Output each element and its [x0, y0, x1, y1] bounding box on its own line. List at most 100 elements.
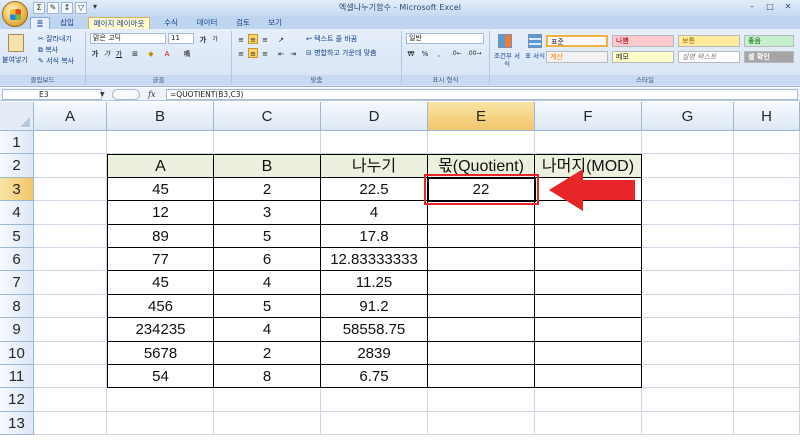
cell-e2[interactable]: 몫(Quotient): [428, 154, 535, 178]
font-name-select[interactable]: 맑은 고딕: [90, 33, 166, 44]
font-size-select[interactable]: 11: [168, 33, 194, 44]
style-normal[interactable]: 표준: [546, 35, 608, 47]
decrease-indent-icon[interactable]: ⇤: [276, 48, 286, 58]
cell-c2[interactable]: B: [214, 154, 321, 178]
insert-function-icon[interactable]: fx: [148, 89, 160, 100]
percent-button[interactable]: %: [420, 48, 430, 58]
row-header-5[interactable]: 5: [0, 224, 34, 248]
cell-e10[interactable]: [428, 341, 535, 365]
row-header-10[interactable]: 10: [0, 341, 34, 365]
cell-c1[interactable]: [214, 131, 321, 155]
cell-c11[interactable]: 8: [214, 365, 321, 389]
cell-d8[interactable]: 91.2: [321, 294, 428, 319]
cell-e1[interactable]: [428, 131, 535, 155]
cell-b4[interactable]: 12: [107, 201, 214, 225]
align-right-icon[interactable]: ≡: [260, 48, 270, 58]
style-note[interactable]: 메모: [612, 51, 674, 63]
italic-button[interactable]: 가: [102, 48, 112, 58]
cell-b3[interactable]: 45: [107, 177, 214, 202]
tab-home[interactable]: 홈: [30, 17, 50, 29]
cell-g7[interactable]: [642, 271, 734, 295]
cell-b7[interactable]: 45: [107, 271, 214, 295]
cell-g4[interactable]: [642, 201, 734, 225]
cell-d1[interactable]: [321, 131, 428, 155]
cell-g9[interactable]: [642, 318, 734, 342]
orientation-icon[interactable]: ↗: [276, 34, 286, 44]
style-explanatory[interactable]: 설명 텍스트: [678, 51, 740, 63]
row-header-11[interactable]: 11: [0, 365, 34, 389]
cell-h4[interactable]: [734, 201, 800, 225]
paste-button[interactable]: 붙여넣기: [2, 55, 28, 65]
name-box[interactable]: E3: [2, 89, 102, 100]
tab-data[interactable]: 데이터: [190, 17, 224, 29]
cell-g13[interactable]: [642, 411, 734, 436]
cell-c5[interactable]: 5: [214, 224, 321, 248]
cell-c8[interactable]: 5: [214, 294, 321, 319]
style-good[interactable]: 좋음: [744, 35, 794, 47]
cell-f1[interactable]: [535, 131, 642, 155]
underline-button[interactable]: 가: [114, 48, 124, 58]
office-button[interactable]: [2, 1, 28, 27]
cell-e7[interactable]: [428, 271, 535, 295]
cell-b2[interactable]: A: [107, 154, 214, 178]
cell-b11[interactable]: 54: [107, 365, 214, 389]
cell-a8[interactable]: [34, 294, 107, 319]
cell-h8[interactable]: [734, 294, 800, 319]
cell-g3[interactable]: [642, 177, 734, 202]
cell-e9[interactable]: [428, 318, 535, 342]
cell-f11[interactable]: [535, 365, 642, 389]
cell-a9[interactable]: [34, 318, 107, 342]
tab-page-layout[interactable]: 페이지 레이아웃: [88, 17, 150, 29]
cell-c9[interactable]: 4: [214, 318, 321, 342]
cell-b12[interactable]: [107, 388, 214, 412]
style-calculation[interactable]: 계산: [546, 51, 608, 63]
cell-g5[interactable]: [642, 224, 734, 248]
cell-e12[interactable]: [428, 388, 535, 412]
cell-b13[interactable]: [107, 411, 214, 436]
wrap-text-button[interactable]: ↩ 텍스트 줄 바꿈: [306, 34, 357, 44]
currency-button[interactable]: ₩: [406, 48, 416, 58]
cell-h6[interactable]: [734, 248, 800, 272]
conditional-format-button[interactable]: 조건부 서식: [492, 52, 522, 68]
cell-b1[interactable]: [107, 131, 214, 155]
row-header-2[interactable]: 2: [0, 154, 34, 178]
table-format-icon[interactable]: [528, 34, 542, 48]
cell-a4[interactable]: [34, 201, 107, 225]
formula-input[interactable]: =QUOTIENT(B3,C3): [166, 89, 798, 100]
tab-review[interactable]: 검토: [230, 17, 256, 29]
column-header-d[interactable]: D: [321, 102, 428, 131]
cell-d2[interactable]: 나누기: [321, 154, 428, 178]
cell-d7[interactable]: 11.25: [321, 271, 428, 295]
cell-a3[interactable]: [34, 177, 107, 202]
close-icon[interactable]: ✕: [780, 1, 796, 13]
cell-h7[interactable]: [734, 271, 800, 295]
column-header-g[interactable]: G: [642, 102, 734, 131]
cell-a2[interactable]: [34, 154, 107, 178]
cell-f12[interactable]: [535, 388, 642, 412]
cell-h10[interactable]: [734, 341, 800, 365]
cell-c10[interactable]: 2: [214, 341, 321, 365]
minimize-icon[interactable]: –: [744, 1, 760, 13]
align-top-icon[interactable]: ≡: [236, 34, 246, 44]
column-header-h[interactable]: H: [734, 102, 800, 131]
cell-f13[interactable]: [535, 411, 642, 436]
cell-g2[interactable]: [642, 154, 734, 178]
shrink-font-button[interactable]: 가: [210, 34, 220, 44]
column-header-b[interactable]: B: [107, 102, 214, 131]
column-header-e[interactable]: E: [428, 102, 535, 131]
paste-icon[interactable]: [8, 34, 24, 52]
cell-e6[interactable]: [428, 248, 535, 272]
border-icon[interactable]: ⊞: [130, 48, 140, 58]
tab-insert[interactable]: 삽입: [54, 17, 80, 29]
format-painter-button[interactable]: ✎ 서식 복사: [38, 56, 74, 66]
chevron-down-icon[interactable]: ▼: [100, 89, 108, 100]
cell-g8[interactable]: [642, 294, 734, 319]
row-header-1[interactable]: 1: [0, 131, 34, 155]
cell-a1[interactable]: [34, 131, 107, 155]
align-middle-icon[interactable]: ≡: [248, 34, 258, 44]
decrease-decimal-icon[interactable]: .00→: [466, 48, 482, 58]
cell-a12[interactable]: [34, 388, 107, 412]
cell-c12[interactable]: [214, 388, 321, 412]
cell-g12[interactable]: [642, 388, 734, 412]
cell-c3[interactable]: 2: [214, 177, 321, 202]
